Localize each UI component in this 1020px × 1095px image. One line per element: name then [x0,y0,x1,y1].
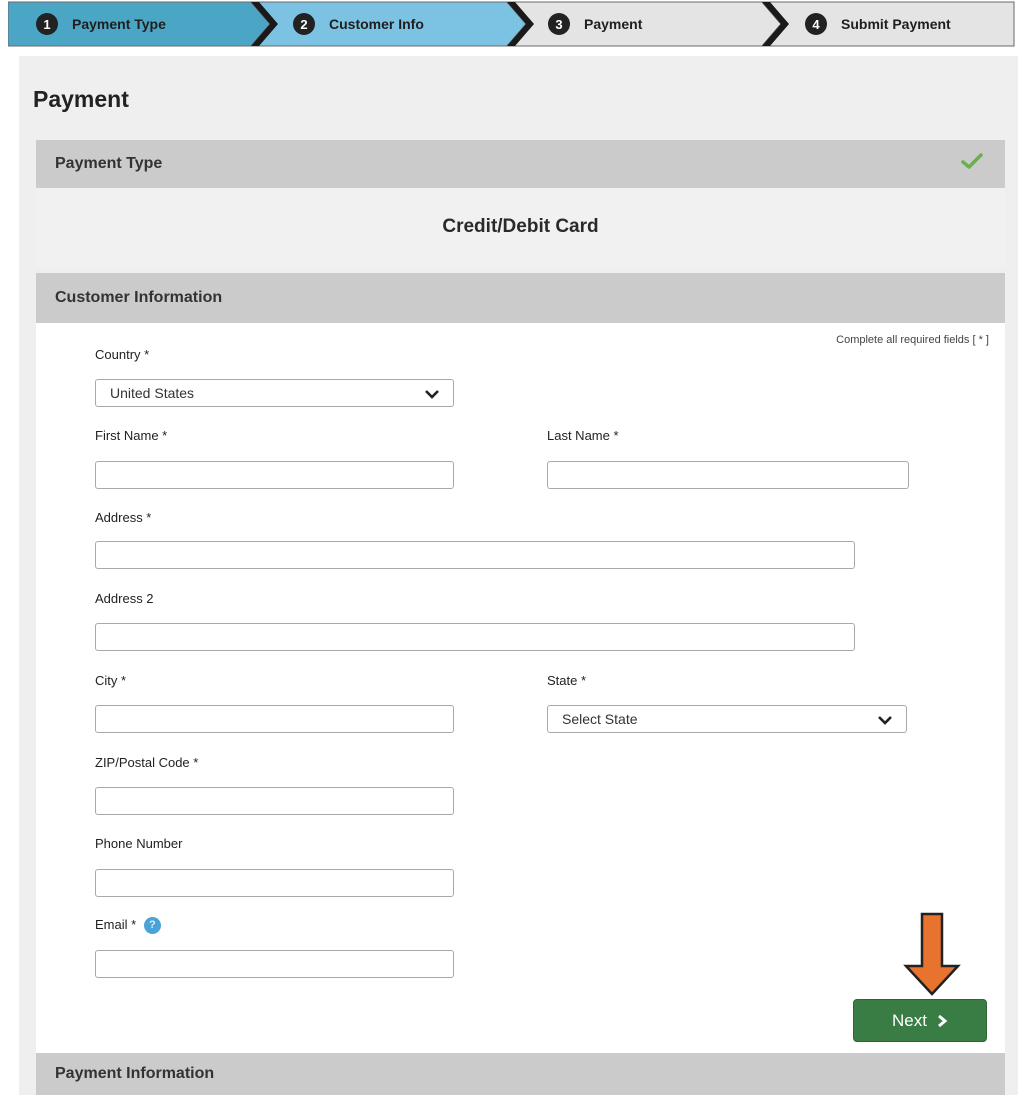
help-icon[interactable]: ? [143,917,161,935]
step-number: 1 [36,13,58,35]
payment-info-header[interactable]: Payment Information [36,1053,1005,1095]
step-label: Submit Payment [841,16,951,32]
country-label: Country * [95,347,150,362]
last-name-input[interactable] [547,461,909,489]
chevron-down-icon [425,390,439,399]
chevron-down-icon [878,716,892,725]
state-value: Select State [562,711,638,727]
last-name-label: Last Name * [547,428,619,443]
city-input[interactable] [95,705,454,733]
address-label: Address * [95,510,152,525]
address2-label: Address 2 [95,591,154,606]
email-label: Email * ? [95,917,161,935]
phone-input[interactable] [95,869,454,897]
check-icon [961,153,983,169]
address2-input[interactable] [95,623,855,651]
email-input[interactable] [95,950,454,978]
step-submit-payment[interactable]: 4 Submit Payment [805,0,951,48]
state-label: State * [547,673,587,688]
state-select[interactable]: Select State [547,705,907,733]
step-label: Customer Info [329,16,424,32]
step-payment[interactable]: 3 Payment [548,0,642,48]
section-title: Payment Type [55,155,163,172]
customer-info-header[interactable]: Customer Information [36,273,1005,323]
address-input[interactable] [95,541,855,569]
country-value: United States [110,385,195,401]
payment-type-value: Credit/Debit Card [442,216,599,237]
chevron-right-icon [938,1014,948,1027]
down-arrow-icon [903,912,961,996]
step-payment-type[interactable]: 1 Payment Type [36,0,166,48]
step-label: Payment [584,16,643,32]
first-name-label: First Name * [95,428,168,443]
page-title: Payment [33,86,129,112]
next-button[interactable]: Next [853,999,987,1042]
step-number: 3 [548,13,570,35]
next-label: Next [892,1010,927,1030]
step-number: 4 [805,13,827,35]
customer-info-form: Complete all required fields [ * ] Count… [36,323,1005,1053]
required-fields-note: Complete all required fields [ * ] [836,334,989,346]
first-name-input[interactable] [95,461,454,489]
payment-type-header[interactable]: Payment Type [36,140,1005,188]
payment-type-body: Credit/Debit Card [36,188,1005,267]
phone-label: Phone Number [95,836,183,851]
section-title: Payment Information [55,1065,215,1082]
step-number: 2 [293,13,315,35]
progress-steps: 1 Payment Type 2 Customer Info 3 Payment… [8,0,1016,48]
section-title: Customer Information [55,289,223,306]
city-label: City * [95,673,127,688]
zip-input[interactable] [95,787,454,815]
country-select[interactable]: United States [95,379,454,407]
zip-label: ZIP/Postal Code * [95,755,199,770]
step-label: Payment Type [72,16,166,32]
step-customer-info[interactable]: 2 Customer Info [293,0,424,48]
